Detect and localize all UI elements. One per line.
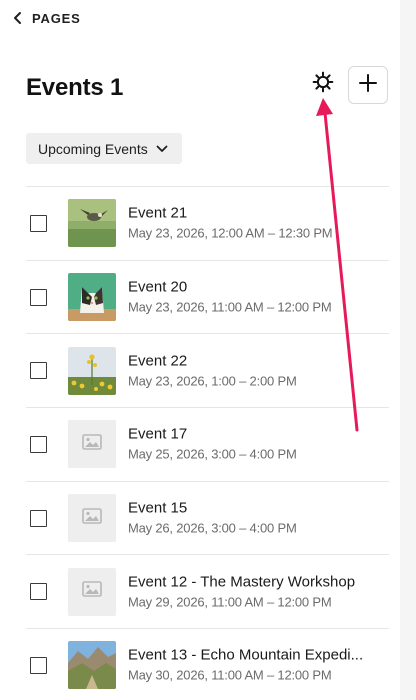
event-title: Event 13 - Echo Mountain Expedi... <box>128 646 364 664</box>
event-checkbox[interactable] <box>30 214 47 232</box>
event-title: Event 20 <box>128 278 188 296</box>
upcoming-events-dropdown[interactable]: Upcoming Events <box>26 133 182 164</box>
event-date: May 29, 2026, 11:00 AM – 12:00 PM <box>128 594 332 610</box>
filter-label: Upcoming Events <box>38 140 148 157</box>
back-to-pages-link[interactable]: PAGES <box>12 8 81 28</box>
image-placeholder-icon <box>82 581 102 602</box>
event-title: Event 12 - The Mastery Workshop <box>128 573 356 591</box>
event-checkbox[interactable] <box>30 288 47 306</box>
event-title: Event 22 <box>128 351 188 369</box>
window-edge <box>400 0 416 700</box>
event-date: May 26, 2026, 3:00 – 4:00 PM <box>128 520 297 536</box>
event-row[interactable]: Event 22 May 23, 2026, 1:00 – 2:00 PM <box>26 333 389 407</box>
event-date: May 30, 2026, 11:00 AM – 12:00 PM <box>128 667 332 683</box>
event-thumbnail <box>68 641 116 690</box>
chevron-left-icon <box>12 11 24 25</box>
event-checkbox[interactable] <box>30 435 47 453</box>
event-checkbox[interactable] <box>30 656 47 674</box>
event-checkbox[interactable] <box>30 362 47 380</box>
image-placeholder-icon <box>82 434 102 455</box>
page-title: Events 1 <box>26 74 124 101</box>
chevron-down-icon <box>156 140 168 158</box>
events-list: Event 21 May 23, 2026, 12:00 AM – 12:30 … <box>26 186 389 700</box>
event-thumbnail <box>68 199 116 248</box>
event-thumbnail <box>68 420 116 469</box>
event-date: May 23, 2026, 11:00 AM – 12:00 PM <box>128 299 332 315</box>
event-thumbnail <box>68 346 116 395</box>
event-row[interactable]: Event 15 May 26, 2026, 3:00 – 4:00 PM <box>26 480 389 555</box>
event-row[interactable]: Event 13 - Echo Mountain Expedi... May 3… <box>26 628 389 700</box>
event-thumbnail <box>68 273 116 322</box>
event-date: May 25, 2026, 3:00 – 4:00 PM <box>128 446 297 462</box>
event-thumbnail <box>68 494 116 543</box>
event-thumbnail <box>68 567 116 616</box>
gear-icon <box>312 71 334 98</box>
event-checkbox[interactable] <box>30 583 47 601</box>
settings-button[interactable] <box>309 70 337 98</box>
event-title: Event 17 <box>128 425 188 443</box>
event-title: Event 21 <box>128 204 188 222</box>
event-title: Event 15 <box>128 499 188 517</box>
add-event-button[interactable] <box>348 66 388 104</box>
events-panel: PAGES Events 1 Upcoming Events Event 21 … <box>0 0 400 700</box>
event-row[interactable]: Event 20 May 23, 2026, 11:00 AM – 12:00 … <box>26 259 389 334</box>
plus-icon <box>358 73 378 98</box>
event-row[interactable]: Event 17 May 25, 2026, 3:00 – 4:00 PM <box>26 407 389 481</box>
event-row[interactable]: Event 21 May 23, 2026, 12:00 AM – 12:30 … <box>26 186 389 260</box>
event-date: May 23, 2026, 12:00 AM – 12:30 PM <box>128 225 333 241</box>
event-date: May 23, 2026, 1:00 – 2:00 PM <box>128 372 297 388</box>
event-row[interactable]: Event 12 - The Mastery Workshop May 29, … <box>26 554 389 628</box>
image-placeholder-icon <box>82 507 102 529</box>
back-label: PAGES <box>32 10 81 26</box>
event-checkbox[interactable] <box>30 509 47 527</box>
